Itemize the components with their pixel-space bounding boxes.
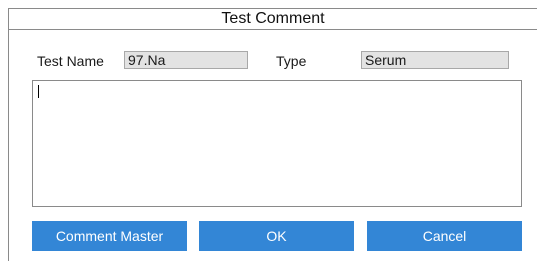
ok-button[interactable]: OK [199,221,354,251]
type-label: Type [276,53,307,69]
test-name-field: 97.Na [124,51,248,69]
test-comment-dialog: Test Comment Test Name 97.Na Type Serum … [8,8,537,261]
text-caret [38,85,39,98]
dialog-title: Test Comment [221,10,325,27]
comment-textarea[interactable] [32,80,522,207]
comment-master-button[interactable]: Comment Master [32,221,187,251]
cancel-button[interactable]: Cancel [367,221,522,251]
type-field: Serum [361,51,509,69]
title-bar: Test Comment [9,9,537,30]
test-name-label: Test Name [37,53,104,69]
